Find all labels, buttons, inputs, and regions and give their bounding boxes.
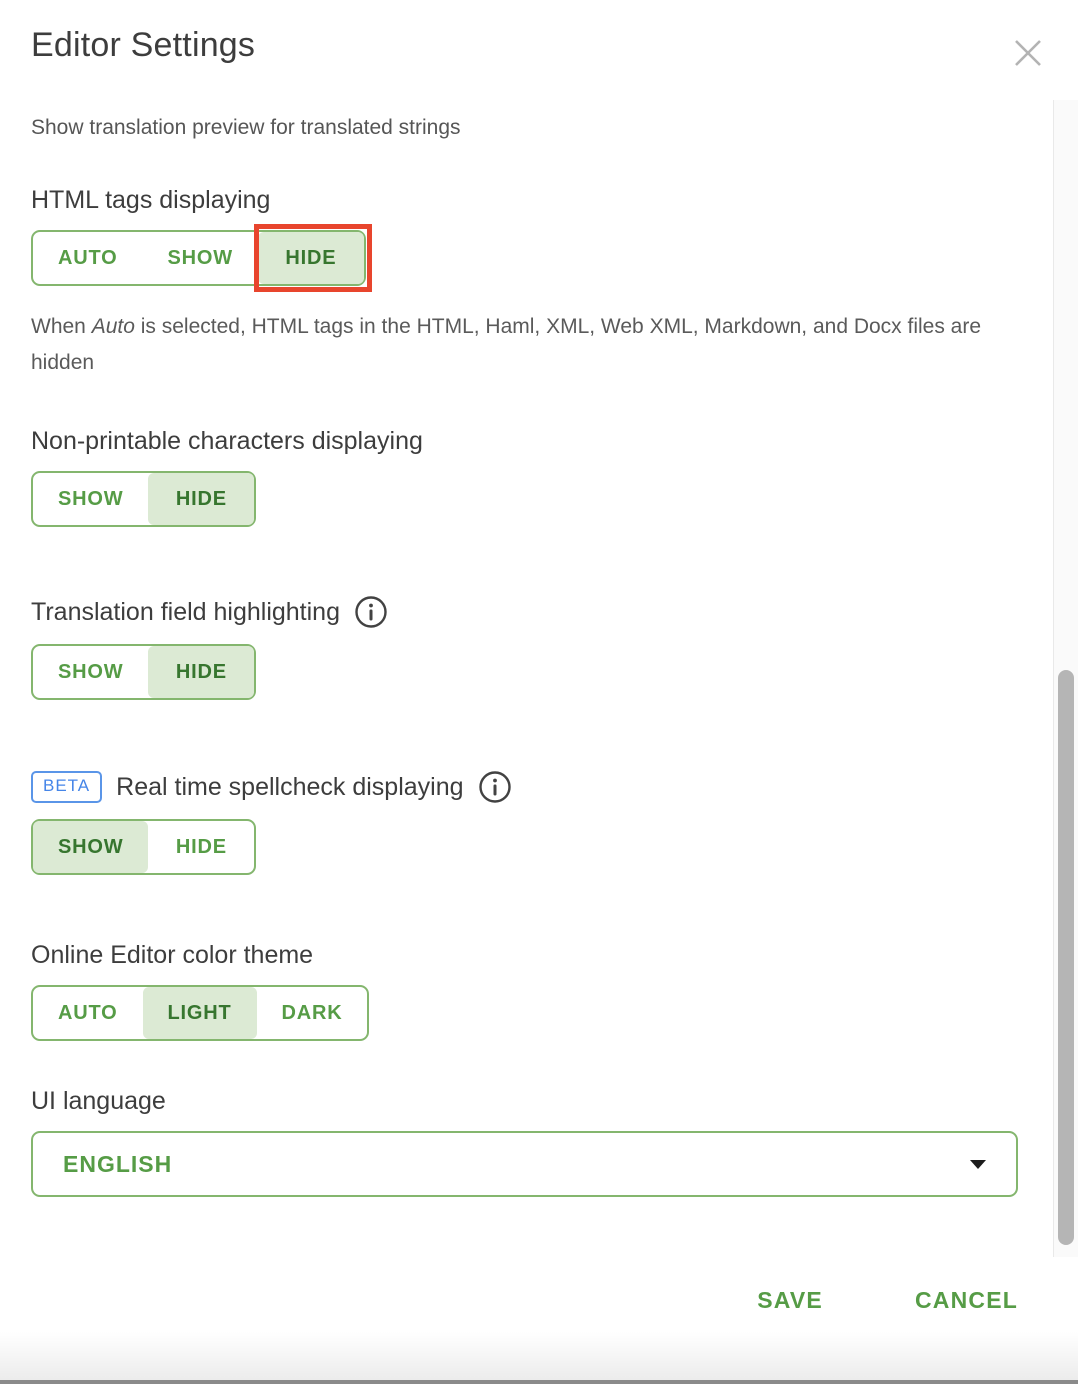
ui-language-value: ENGLISH xyxy=(63,1151,970,1178)
info-icon[interactable] xyxy=(478,770,512,804)
scrollbar-track[interactable] xyxy=(1053,100,1078,1257)
red-highlight-box xyxy=(254,224,372,292)
field-highlighting-label: Translation field highlighting xyxy=(31,598,340,627)
html-tags-description: When Auto is selected, HTML tags in the … xyxy=(31,309,1011,381)
field-highlighting-label-row: Translation field highlighting xyxy=(31,595,1023,629)
close-icon xyxy=(1011,58,1045,73)
theme-light-button[interactable]: LIGHT xyxy=(143,987,257,1039)
spellcheck-label: Real time spellcheck displaying xyxy=(116,773,463,802)
html-tags-label: HTML tags displaying xyxy=(31,186,1023,215)
translation-preview-label: Show translation preview for translated … xyxy=(31,116,1023,140)
non-printable-button-group: SHOW HIDE xyxy=(31,471,256,527)
spellcheck-label-row: BETA Real time spellcheck displaying xyxy=(31,770,1023,804)
beta-badge: BETA xyxy=(31,771,102,802)
html-tags-auto-button[interactable]: AUTO xyxy=(33,232,143,284)
close-button[interactable] xyxy=(1011,36,1045,70)
theme-auto-button[interactable]: AUTO xyxy=(33,987,143,1039)
dialog-title: Editor Settings xyxy=(31,26,255,65)
chevron-down-icon xyxy=(970,1160,986,1169)
field-highlighting-show-button[interactable]: SHOW xyxy=(33,646,148,698)
ui-language-select[interactable]: ENGLISH xyxy=(31,1131,1018,1197)
html-tags-hide-button[interactable]: HIDE xyxy=(258,232,364,284)
field-highlighting-hide-button[interactable]: HIDE xyxy=(148,646,254,698)
color-theme-label: Online Editor color theme xyxy=(31,941,1023,970)
non-printable-show-button[interactable]: SHOW xyxy=(33,473,148,525)
field-highlighting-button-group: SHOW HIDE xyxy=(31,644,256,700)
non-printable-label: Non-printable characters displaying xyxy=(31,427,1023,456)
html-tags-button-group: AUTO SHOW HIDE xyxy=(31,230,366,286)
html-tags-show-button[interactable]: SHOW xyxy=(143,232,258,284)
dialog-header: Editor Settings xyxy=(0,0,1078,100)
scrollbar-thumb[interactable] xyxy=(1058,670,1074,1245)
non-printable-hide-button[interactable]: HIDE xyxy=(148,473,254,525)
ui-language-label: UI language xyxy=(31,1087,1023,1116)
color-theme-button-group: AUTO LIGHT DARK xyxy=(31,985,369,1041)
dialog-bottom-edge xyxy=(0,1332,1078,1384)
dialog-footer: SAVE CANCEL xyxy=(0,1257,1078,1384)
settings-scroll-area: Show translation preview for translated … xyxy=(0,100,1053,1257)
info-icon[interactable] xyxy=(354,595,388,629)
spellcheck-button-group: SHOW HIDE xyxy=(31,819,256,875)
cancel-button[interactable]: CANCEL xyxy=(915,1287,1018,1314)
spellcheck-show-button[interactable]: SHOW xyxy=(33,821,148,873)
save-button[interactable]: SAVE xyxy=(757,1287,823,1314)
theme-dark-button[interactable]: DARK xyxy=(257,987,368,1039)
spellcheck-hide-button[interactable]: HIDE xyxy=(148,821,254,873)
